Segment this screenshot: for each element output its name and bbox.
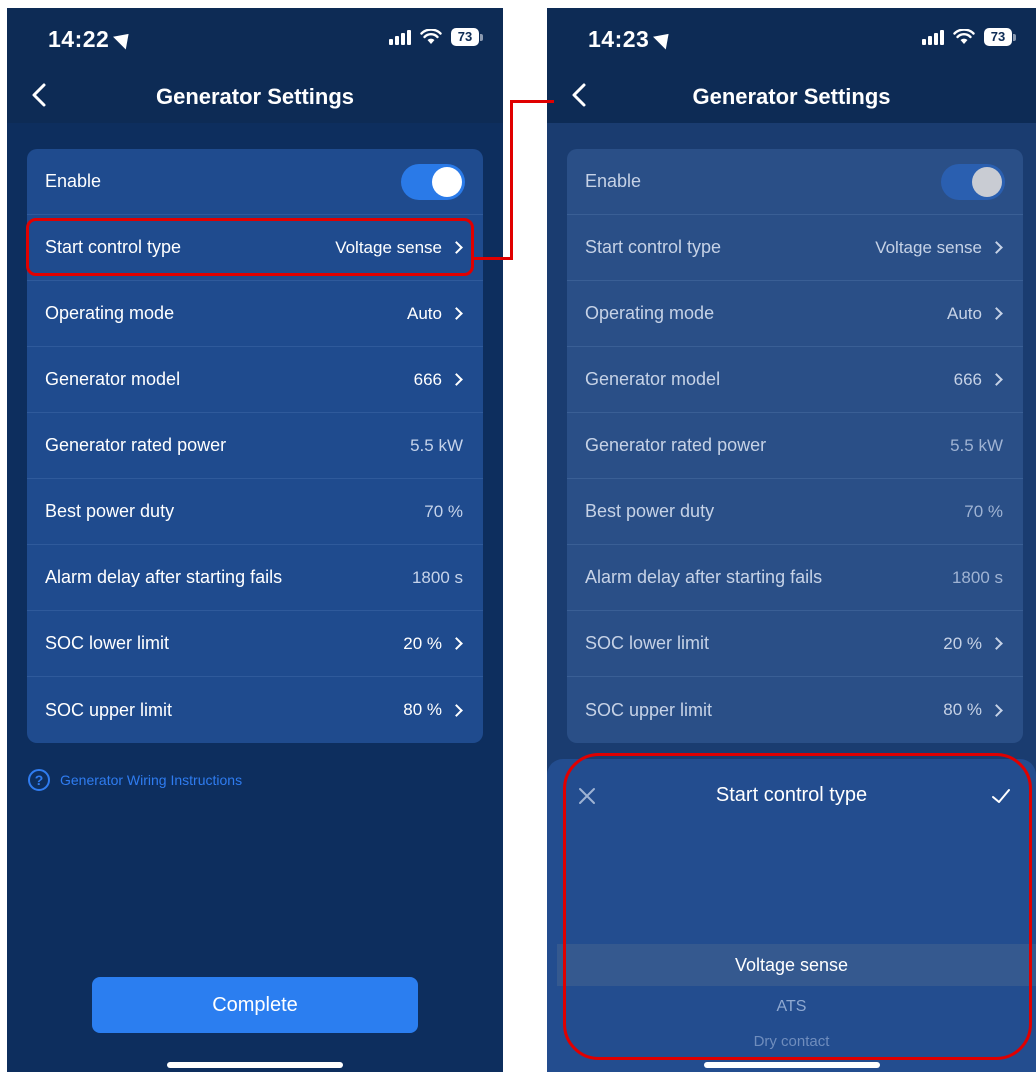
battery-icon: 73 xyxy=(984,28,1016,46)
page-title: Generator Settings xyxy=(155,84,355,109)
setting-value: 666 xyxy=(414,370,465,390)
annotation-connector-vertical xyxy=(510,100,513,260)
setting-label: Generator rated power xyxy=(585,435,767,455)
setting-row-best-power-duty: Best power duty 70 % xyxy=(567,479,1023,545)
setting-value: 20 % xyxy=(943,634,1005,654)
wifi-icon xyxy=(953,29,975,45)
setting-label: Best power duty xyxy=(45,501,175,521)
setting-label: Alarm delay after starting fails xyxy=(45,567,283,587)
setting-row-soc-upper-limit[interactable]: SOC upper limit 80 % xyxy=(27,677,483,743)
setting-row-alarm-delay: Alarm delay after starting fails 1800 s xyxy=(567,545,1023,611)
setting-row-generator-model[interactable]: Generator model 666 xyxy=(27,347,483,413)
setting-value: 1800 s xyxy=(951,567,1003,587)
setting-row-soc-upper-limit[interactable]: SOC upper limit 80 % xyxy=(567,677,1023,743)
setting-row-generator-rated-power: Generator rated power 5.5 kW xyxy=(567,413,1023,479)
setting-row-soc-lower-limit[interactable]: SOC lower limit 20 % xyxy=(27,611,483,677)
chevron-right-icon xyxy=(450,307,463,320)
status-icons: 73 xyxy=(389,28,483,46)
location-arrow-icon xyxy=(113,27,136,50)
setting-label: Start control type xyxy=(585,237,722,257)
setting-label: SOC upper limit xyxy=(45,699,173,720)
chevron-right-icon xyxy=(450,703,463,717)
setting-label: Generator model xyxy=(45,369,181,389)
status-icons: 73 xyxy=(922,28,1016,46)
wifi-icon xyxy=(420,29,442,45)
status-time: 14:23 xyxy=(588,26,676,53)
setting-label: SOC upper limit xyxy=(585,699,713,720)
page-title: Generator Settings xyxy=(692,84,891,109)
setting-value: 70 % xyxy=(964,501,1003,521)
setting-label: Alarm delay after starting fails xyxy=(585,567,823,587)
setting-label: Enable xyxy=(585,171,642,191)
setting-row-enable: Enable xyxy=(27,149,483,215)
location-arrow-icon xyxy=(653,27,676,50)
chevron-right-icon xyxy=(990,373,1003,386)
home-indicator[interactable] xyxy=(167,1062,343,1068)
toggle-knob xyxy=(432,166,462,197)
chevron-right-icon xyxy=(990,241,1003,254)
navigation-bar: Generator Settings xyxy=(547,70,1036,122)
setting-value: 70 % xyxy=(424,501,463,521)
enable-toggle[interactable] xyxy=(941,163,1005,200)
home-indicator[interactable] xyxy=(703,1062,880,1068)
setting-row-generator-rated-power: Generator rated power 5.5 kW xyxy=(27,413,483,479)
chevron-right-icon xyxy=(450,637,463,650)
chevron-right-icon xyxy=(990,637,1003,650)
setting-value: 80 % xyxy=(943,700,1005,720)
chevron-right-icon xyxy=(450,373,463,386)
setting-label: Generator model xyxy=(585,369,721,389)
setting-row-enable: Enable xyxy=(567,149,1023,215)
annotation-highlight-start-control-row xyxy=(26,218,474,276)
setting-row-best-power-duty: Best power duty 70 % xyxy=(27,479,483,545)
status-bar: 14:23 73 xyxy=(547,8,1036,68)
setting-value: 20 % xyxy=(403,634,465,654)
setting-value: 666 xyxy=(954,370,1005,390)
setting-value: 5.5 kW xyxy=(410,435,463,455)
help-circle-icon: ? xyxy=(28,769,50,791)
annotation-connector-horizontal-1 xyxy=(474,257,512,260)
setting-label: SOC lower limit xyxy=(585,633,710,653)
setting-value: 1800 s xyxy=(411,567,463,587)
setting-label: Operating mode xyxy=(585,303,715,323)
setting-row-operating-mode[interactable]: Operating mode Auto xyxy=(27,281,483,347)
chevron-right-icon xyxy=(990,307,1003,320)
toggle-knob xyxy=(972,166,1002,197)
setting-value: Voltage sense xyxy=(875,238,1005,258)
cellular-signal-icon xyxy=(922,29,944,45)
setting-row-operating-mode[interactable]: Operating mode Auto xyxy=(567,281,1023,347)
annotation-connector-horizontal-2 xyxy=(510,100,554,103)
setting-row-start-control-type[interactable]: Start control type Voltage sense xyxy=(567,215,1023,281)
battery-level: 73 xyxy=(451,28,479,46)
setting-row-soc-lower-limit[interactable]: SOC lower limit 20 % xyxy=(567,611,1023,677)
battery-icon: 73 xyxy=(451,28,483,46)
enable-toggle[interactable] xyxy=(401,163,465,200)
setting-row-generator-model[interactable]: Generator model 666 xyxy=(567,347,1023,413)
settings-card: Enable Start control type Voltage sense … xyxy=(567,149,1023,743)
navigation-bar: Generator Settings xyxy=(7,70,503,122)
setting-label: Generator rated power xyxy=(45,435,227,455)
left-phone-screen: 14:22 73 Generator Settings Enable Start… xyxy=(7,8,503,1072)
cellular-signal-icon xyxy=(389,29,411,45)
setting-value: Auto xyxy=(947,304,1005,324)
battery-level: 73 xyxy=(984,28,1012,46)
setting-label: Best power duty xyxy=(585,501,715,521)
setting-value: 80 % xyxy=(403,700,465,720)
wiring-instructions-link[interactable]: ? Generator Wiring Instructions xyxy=(28,769,242,791)
setting-row-alarm-delay: Alarm delay after starting fails 1800 s xyxy=(27,545,483,611)
setting-value: 5.5 kW xyxy=(950,435,1003,455)
status-time: 14:22 xyxy=(48,26,136,53)
setting-value: Auto xyxy=(407,304,465,324)
setting-label: Operating mode xyxy=(45,303,175,323)
chevron-right-icon xyxy=(990,703,1003,717)
setting-label: Enable xyxy=(45,171,102,191)
complete-button[interactable]: Complete xyxy=(92,977,418,1033)
status-bar: 14:22 73 xyxy=(7,8,503,68)
annotation-highlight-picker-sheet xyxy=(563,753,1032,1060)
wiring-link-label: Generator Wiring Instructions xyxy=(60,772,243,788)
setting-label: SOC lower limit xyxy=(45,633,170,653)
